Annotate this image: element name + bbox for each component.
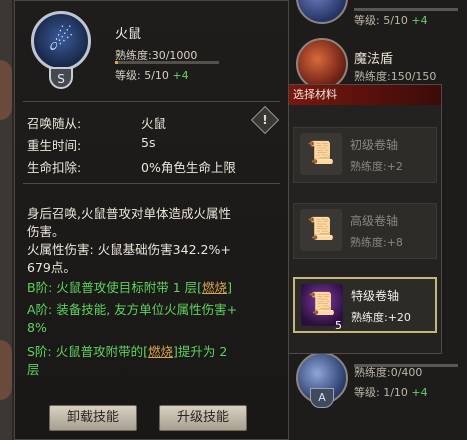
rank-badge: S [49, 67, 73, 89]
keyword-burn[interactable]: 燃烧 [202, 280, 227, 295]
skill-icon [296, 0, 348, 24]
tier-s-effect: S阶: 火鼠普攻附带的[燃烧]提升为 2 层 [27, 343, 282, 379]
skill-proficiency: 熟练度:150/150 [354, 70, 437, 83]
skill-name: 火鼠 [115, 27, 142, 42]
info-row-hp-cost: 生命扣除: 0%角色生命上限 [23, 157, 280, 177]
material-item-special-scroll[interactable]: 📜 5 特级卷轴 熟练度:+20 [293, 277, 437, 333]
material-select-panel: 选择材料 📜 初级卷轴 熟练度:+2 📜 高级卷轴 熟练度:+8 📜 5 特级卷… [288, 84, 442, 354]
background-left-ornament [0, 60, 12, 120]
description-line: 679点。 [27, 260, 76, 275]
tier-b-effect: B阶: 火鼠普攻使目标附带 1 层[燃烧] [27, 280, 232, 295]
upgrade-skill-button[interactable]: 升级技能 [159, 405, 247, 431]
skill-name: 魔法盾 [354, 52, 394, 67]
skill-level: 等级: 5/10 +4 [115, 69, 189, 82]
material-name: 初级卷轴 [350, 138, 399, 152]
info-value: 5s [141, 135, 156, 150]
info-label: 生命扣除: [27, 160, 82, 175]
info-label: 重生时间: [27, 138, 82, 153]
description-line: 火属性伤害: 火鼠基础伤害342.2%+ [27, 242, 231, 257]
info-row-respawn: 重生时间: 5s [23, 135, 280, 155]
scroll-icon: 📜 [300, 209, 342, 251]
keyword-burn[interactable]: 燃烧 [148, 344, 173, 359]
flame-icon: ☄ [48, 24, 74, 57]
material-item-basic-scroll[interactable]: 📜 初级卷轴 熟练度:+2 [293, 127, 437, 183]
info-label: 召唤随从: [27, 116, 82, 131]
description-line: 身后召唤,火鼠普攻对单体造成火属性 [27, 206, 231, 221]
material-proficiency: 熟练度:+20 [351, 311, 411, 324]
background-left-strip [0, 0, 12, 440]
skill-detail-panel: ☄ S 火鼠 熟练度:30/1000 等级: 5/10 +4 召唤随从: 火鼠 … [14, 0, 289, 440]
material-panel-title: 选择材料 [289, 85, 441, 105]
scroll-icon: 📜 [300, 133, 342, 175]
skill-proficiency: 熟练度:0/400 [354, 366, 423, 379]
skill-description: 身后召唤,火鼠普攻对单体造成火属性 伤害。 火属性伤害: 火鼠基础伤害342.2… [27, 205, 282, 277]
tier-a-effect: A阶: 装备技能, 友方单位火属性伤害+ 8% [27, 301, 282, 337]
description-line: 伤害。 [27, 224, 65, 239]
material-count: 5 [335, 319, 342, 332]
skill-level-text: 等级: 5/10 +4 [354, 14, 428, 27]
background-skill-row[interactable]: A 熟练度:0/400 等级: 1/10 +4 [288, 352, 467, 432]
material-name: 特级卷轴 [351, 289, 400, 303]
description-line: 8% [27, 320, 47, 335]
unequip-skill-button[interactable]: 卸载技能 [49, 405, 137, 431]
divider [23, 101, 280, 102]
material-proficiency: 熟练度:+2 [350, 160, 403, 173]
skill-level-text: 等级: 1/10 +4 [354, 386, 428, 399]
material-proficiency: 熟练度:+8 [350, 236, 403, 249]
rank-badge: A [310, 388, 334, 408]
description-line: A阶: 装备技能, 友方单位火属性伤害+ [27, 302, 238, 317]
material-name: 高级卷轴 [350, 214, 399, 228]
proficiency-bar [354, 8, 458, 11]
material-item-advanced-scroll[interactable]: 📜 高级卷轴 熟练度:+8 [293, 203, 437, 259]
divider [23, 183, 280, 184]
background-left-ornament [0, 340, 12, 400]
magic-shield-icon [296, 38, 348, 90]
info-value: 火鼠 [141, 116, 167, 131]
proficiency-bar [115, 61, 219, 64]
proficiency-bar-fill [115, 61, 119, 64]
info-row-summon: 召唤随从: 火鼠 [23, 113, 280, 133]
description-line: 层 [27, 362, 40, 377]
info-value: 0%角色生命上限 [141, 160, 236, 175]
fire-rat-icon: ☄ [31, 11, 91, 71]
